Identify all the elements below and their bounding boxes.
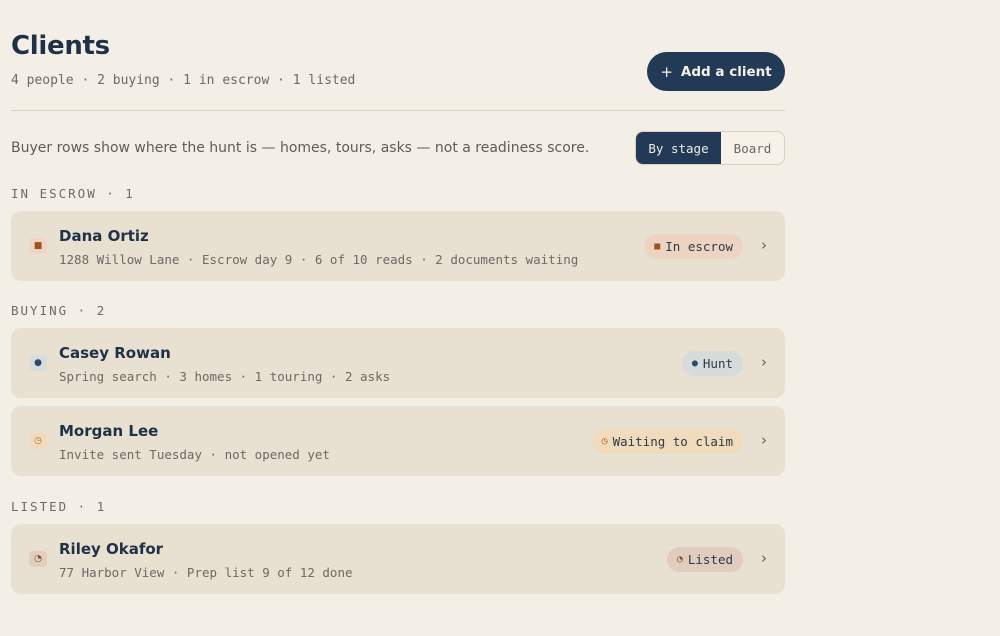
progress-icon: ◔ bbox=[29, 551, 47, 567]
status-badge-label: In escrow bbox=[665, 239, 733, 254]
client-name: Casey Rowan bbox=[59, 344, 171, 362]
status-badge: ◷ Waiting to claim bbox=[591, 429, 743, 454]
chevron-right-icon: › bbox=[761, 549, 767, 567]
client-row-dana-ortiz[interactable]: ■ Dana Ortiz 1288 Willow Lane · Escrow d… bbox=[11, 211, 785, 281]
dot-icon: ● bbox=[29, 355, 47, 371]
status-badge: ● Hunt bbox=[681, 351, 743, 376]
client-name: Riley Okafor bbox=[59, 540, 164, 558]
status-badge: ■ In escrow bbox=[644, 234, 743, 259]
toolbar: Buyer rows show where the hunt is — home… bbox=[11, 111, 785, 171]
status-badge: ◔ Listed bbox=[666, 547, 743, 572]
client-row-casey-rowan[interactable]: ● Casey Rowan Spring search · 3 homes · … bbox=[11, 328, 785, 398]
progress-icon: ◔ bbox=[676, 554, 683, 565]
square-icon: ■ bbox=[654, 241, 661, 252]
clients-page: Clients 4 people · 2 buying · 1 in escro… bbox=[11, 0, 785, 594]
helper-text: Buyer rows show where the hunt is — home… bbox=[11, 140, 590, 156]
client-name: Morgan Lee bbox=[59, 422, 159, 440]
add-client-button[interactable]: + Add a client bbox=[647, 52, 785, 91]
client-summary: 4 people · 2 buying · 1 in escrow · 1 li… bbox=[11, 73, 356, 88]
client-row-morgan-lee[interactable]: ◷ Morgan Lee Invite sent Tuesday · not o… bbox=[11, 406, 785, 476]
square-icon: ■ bbox=[29, 238, 47, 254]
client-detail: 77 Harbor View · Prep list 9 of 12 done bbox=[59, 565, 353, 580]
clock-icon: ◷ bbox=[601, 436, 608, 447]
status-badge-label: Waiting to claim bbox=[612, 434, 733, 449]
view-toggle: By stage Board bbox=[635, 131, 785, 165]
view-by-stage-button[interactable]: By stage bbox=[636, 132, 721, 164]
client-detail: Invite sent Tuesday · not opened yet bbox=[59, 447, 330, 462]
section-label-buying: BUYING · 2 bbox=[11, 303, 107, 318]
plus-icon: + bbox=[660, 62, 673, 81]
view-board-button[interactable]: Board bbox=[721, 132, 784, 164]
client-name: Dana Ortiz bbox=[59, 227, 149, 245]
status-badge-label: Hunt bbox=[702, 356, 733, 371]
dot-icon: ● bbox=[691, 358, 698, 369]
add-client-label: Add a client bbox=[680, 63, 772, 80]
status-badge-label: Listed bbox=[687, 552, 733, 567]
clock-icon: ◷ bbox=[29, 433, 47, 449]
section-label-in-escrow: IN ESCROW · 1 bbox=[11, 186, 135, 201]
chevron-right-icon: › bbox=[761, 353, 767, 371]
chevron-right-icon: › bbox=[761, 236, 767, 254]
page-title: Clients bbox=[11, 31, 110, 61]
client-detail: 1288 Willow Lane · Escrow day 9 · 6 of 1… bbox=[59, 252, 579, 267]
client-detail: Spring search · 3 homes · 1 touring · 2 … bbox=[59, 369, 391, 384]
client-row-riley-okafor[interactable]: ◔ Riley Okafor 77 Harbor View · Prep lis… bbox=[11, 524, 785, 594]
page-header: Clients 4 people · 2 buying · 1 in escro… bbox=[11, 0, 785, 110]
section-label-listed: LISTED · 1 bbox=[11, 499, 107, 514]
chevron-right-icon: › bbox=[761, 431, 767, 449]
